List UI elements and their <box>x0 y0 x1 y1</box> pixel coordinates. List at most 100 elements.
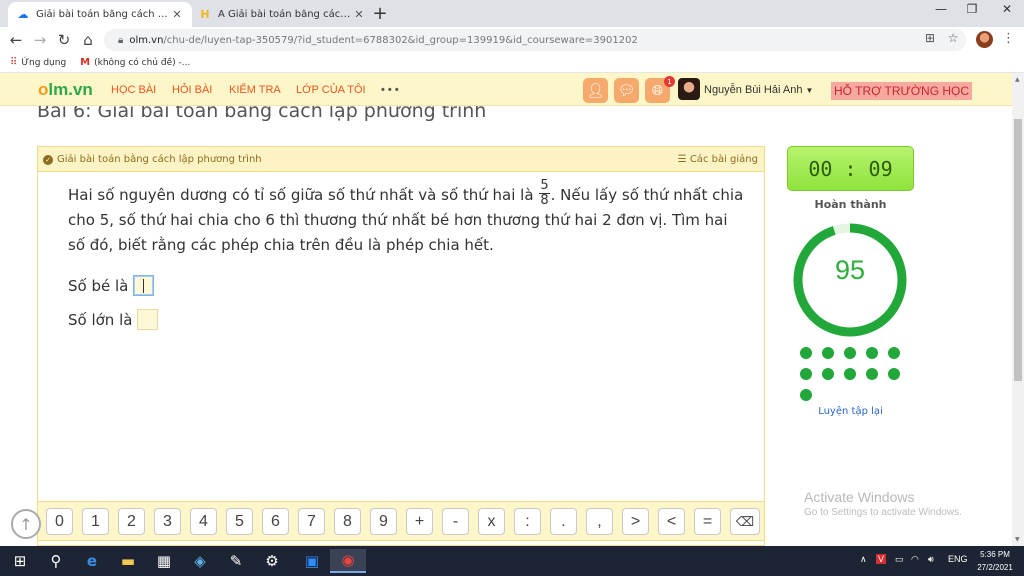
settings-gear-icon[interactable]: ⚙ <box>254 549 290 573</box>
zoom-icon[interactable]: ▣ <box>294 549 330 573</box>
address-bar[interactable]: 🔒︎ olm.vn/chu-de/luyen-tap-350579/?id_st… <box>104 29 966 51</box>
menu-kiem-tra[interactable]: KIỂM TRA <box>229 84 281 96</box>
hoc24-icon: H <box>200 8 210 21</box>
profile-avatar[interactable] <box>976 31 993 48</box>
back-icon[interactable]: ← <box>6 30 26 50</box>
keypad-key[interactable]: = <box>694 508 721 535</box>
question-dot[interactable] <box>888 347 900 359</box>
keypad-key[interactable]: : <box>514 508 541 535</box>
question-dot[interactable] <box>800 368 812 380</box>
question-dot[interactable] <box>800 389 812 401</box>
tab-title: Giải bài toán bằng cách lập phươ <box>36 9 170 20</box>
restore-icon[interactable]: ❐ <box>957 2 987 16</box>
scroll-top-icon[interactable]: ↑ <box>11 509 41 539</box>
larger-number-input[interactable] <box>137 309 159 330</box>
support-button[interactable]: HỖ TRỢ TRƯỜNG HỌC <box>831 82 973 100</box>
smaller-number-input[interactable] <box>133 275 155 296</box>
question-dot[interactable] <box>888 368 900 380</box>
taskbar-clock[interactable]: 5:36 PM 27/2/2021 <box>972 548 1018 574</box>
menu-hoc-bai[interactable]: HỌC BÀI <box>111 84 156 96</box>
messages-icon[interactable]: 💬︎ <box>614 78 639 103</box>
menu-hoi-bai[interactable]: HỎI BÀI <box>172 84 212 96</box>
file-explorer-icon[interactable]: ▬ <box>110 549 146 573</box>
keypad-key[interactable]: x <box>478 508 505 535</box>
chrome-icon[interactable]: ◉ <box>330 549 366 573</box>
question-dot[interactable] <box>844 368 856 380</box>
store-icon[interactable]: ▦ <box>146 549 182 573</box>
question-dot[interactable] <box>866 368 878 380</box>
translate-icon[interactable]: ⊞ <box>922 31 938 45</box>
keypad-key[interactable]: , <box>586 508 613 535</box>
vietkey-icon[interactable]: V <box>876 554 887 564</box>
keypad-key[interactable]: 5 <box>226 508 253 535</box>
question-dot[interactable] <box>866 347 878 359</box>
fraction: 5 8 <box>539 178 550 208</box>
keypad-key[interactable]: 4 <box>190 508 217 535</box>
answer-row-larger: Số lớn là <box>68 309 159 330</box>
close-window-icon[interactable]: ✕ <box>992 2 1022 16</box>
new-tab-button[interactable]: + <box>370 3 390 24</box>
tab-title: A Giải bài toán bằng cách lập ph <box>218 9 352 20</box>
keypad-key[interactable]: 1 <box>82 508 109 535</box>
keypad-key[interactable]: - <box>442 508 469 535</box>
user-avatar[interactable] <box>678 78 700 100</box>
language-indicator[interactable]: ENG <box>948 554 968 564</box>
network-icon[interactable]: ◠ <box>911 554 919 565</box>
volume-icon[interactable]: 🔊︎ <box>928 554 934 565</box>
keypad-key[interactable]: 0 <box>46 508 73 535</box>
search-icon[interactable]: ⚲ <box>38 549 74 573</box>
keypad-key[interactable]: 8 <box>334 508 361 535</box>
username-dropdown[interactable]: Nguyễn Bùi Hải Anh ▼ <box>704 84 813 96</box>
minimize-icon[interactable]: — <box>926 2 956 16</box>
keypad-key[interactable]: 7 <box>298 508 325 535</box>
browser-tab-strip: ☁ Giải bài toán bằng cách lập phươ ✕ H A… <box>0 0 1024 27</box>
lessons-link[interactable]: ☰ Các bài giảng <box>678 154 758 165</box>
keypad-key[interactable]: 9 <box>370 508 397 535</box>
caret-down-icon: ▼ <box>805 86 814 95</box>
answer-label: Số bé là <box>68 276 129 295</box>
apps-grid-icon: ⠿ <box>10 57 18 68</box>
edge-icon[interactable]: e <box>74 549 110 573</box>
chrome-menu-icon[interactable]: ⋮ <box>1002 31 1015 46</box>
keypad-key[interactable]: 2 <box>118 508 145 535</box>
keypad-key[interactable]: 6 <box>262 508 289 535</box>
bookmark-star-icon[interactable]: ☆ <box>945 31 961 45</box>
keypad-key[interactable]: < <box>658 508 685 535</box>
question-dot[interactable] <box>822 347 834 359</box>
close-tab-icon[interactable]: ✕ <box>352 8 366 21</box>
keypad-key[interactable]: > <box>622 508 649 535</box>
keypad-key[interactable]: . <box>550 508 577 535</box>
keypad-key[interactable]: 3 <box>154 508 181 535</box>
notification-badge: 1 <box>664 76 675 87</box>
tab-olm[interactable]: ☁ Giải bài toán bằng cách lập phươ ✕ <box>8 2 192 27</box>
home-icon[interactable]: ⌂ <box>78 30 98 50</box>
olm-logo[interactable]: olm.vn <box>38 80 93 100</box>
keypad-key[interactable]: + <box>406 508 433 535</box>
paint-icon[interactable]: ✎ <box>218 549 254 573</box>
check-circle-icon: ✓ <box>43 154 53 165</box>
scroll-down-icon[interactable]: ▼ <box>1015 536 1020 543</box>
menu-lop-cua-toi[interactable]: LỚP CỦA TÔI <box>296 84 366 96</box>
scroll-up-icon[interactable]: ▲ <box>1015 76 1020 83</box>
bookmark-apps[interactable]: ⠿ Ứng dụng <box>10 57 66 68</box>
scrollbar-thumb[interactable] <box>1014 119 1022 381</box>
page-scrollbar[interactable]: ▲ ▼ <box>1012 73 1024 546</box>
forward-icon[interactable]: → <box>30 30 50 50</box>
reload-icon[interactable]: ↻ <box>54 30 74 50</box>
app-icon[interactable]: ◈ <box>182 549 218 573</box>
close-tab-icon[interactable]: ✕ <box>170 8 184 21</box>
battery-icon[interactable]: ▭ <box>895 554 904 565</box>
windows-start-icon[interactable]: ⊞ <box>2 549 38 573</box>
exercise-panel: ✓ Giải bài toán bằng cách lập phương trì… <box>37 146 765 546</box>
backspace-icon[interactable]: ⌫ <box>730 508 760 535</box>
question-dot[interactable] <box>800 347 812 359</box>
retry-link[interactable]: Luyện tập lại <box>787 406 914 417</box>
tab-hoc24[interactable]: H A Giải bài toán bằng cách lập ph ✕ <box>190 2 374 27</box>
menu-more-icon[interactable]: • • • <box>381 84 399 96</box>
tray-chevron-icon[interactable]: ∧ <box>860 554 867 565</box>
question-dot[interactable] <box>844 347 856 359</box>
question-dot[interactable] <box>822 368 834 380</box>
url-host: olm.vn <box>129 34 164 46</box>
bookmark-gmail[interactable]: M (không có chủ đề) -... <box>80 57 190 68</box>
add-user-icon[interactable]: 👤︎ <box>583 78 608 103</box>
